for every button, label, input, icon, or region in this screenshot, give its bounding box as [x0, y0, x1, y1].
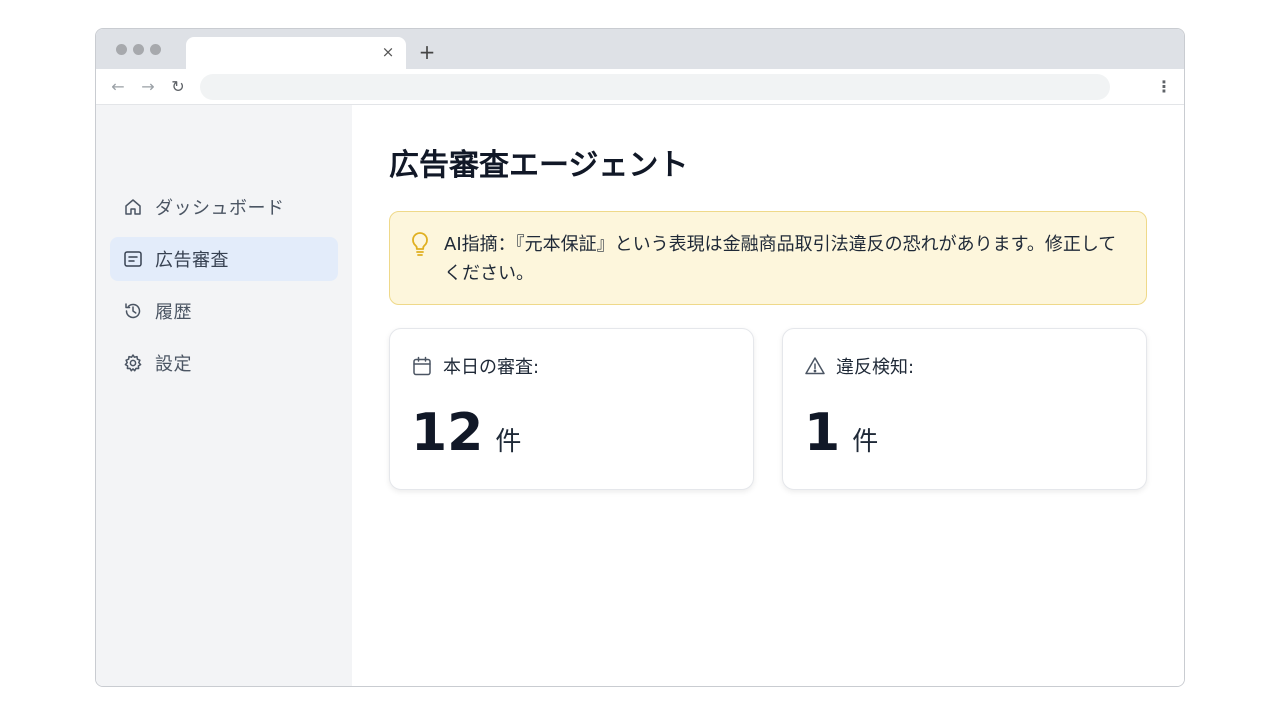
- sidebar-item-label: 設定: [155, 354, 192, 375]
- main-content: 広告審査エージェント AI指摘：『元本保証』という表現は金融商品取引法違反の恐れ…: [352, 105, 1184, 686]
- page-title: 広告審査エージェント: [389, 148, 689, 183]
- alert-message: AI指摘：『元本保証』という表現は金融商品取引法違反の恐れがあります。修正してく…: [444, 234, 1117, 284]
- warning-icon: [804, 355, 826, 377]
- browser-tab[interactable]: ×: [186, 37, 406, 69]
- maximize-window-dot[interactable]: [150, 44, 161, 55]
- stat-card-label: 本日の審査:: [443, 357, 540, 378]
- browser-window: × + ← → ↻ ⋮ ダッシュボード 広告審査 履歴 設定 広告審査エージェン…: [95, 28, 1185, 687]
- reload-icon[interactable]: ↻: [168, 77, 188, 97]
- page-viewport: ダッシュボード 広告審査 履歴 設定 広告審査エージェント AI指摘：『元本保証…: [96, 105, 1184, 686]
- ai-alert-banner: AI指摘：『元本保証』という表現は金融商品取引法違反の恐れがあります。修正してく…: [389, 211, 1147, 305]
- calendar-icon: [411, 355, 433, 377]
- browser-menu-icon[interactable]: ⋮: [1156, 77, 1172, 97]
- stat-card-reviews-today: 本日の審査: 12 件: [389, 328, 754, 490]
- stat-card-unit: 件: [495, 427, 522, 457]
- document-list-icon: [123, 249, 143, 269]
- forward-arrow-icon[interactable]: →: [138, 77, 158, 97]
- lightbulb-icon: [408, 231, 432, 257]
- sidebar-item-label: ダッシュボード: [155, 198, 285, 219]
- close-window-dot[interactable]: [116, 44, 127, 55]
- home-icon: [123, 197, 143, 217]
- gear-icon: [123, 353, 143, 373]
- stat-card-unit: 件: [852, 427, 879, 457]
- minimize-window-dot[interactable]: [133, 44, 144, 55]
- stat-card-violations: 違反検知: 1 件: [782, 328, 1147, 490]
- sidebar-item-settings[interactable]: 設定: [110, 341, 338, 385]
- stat-card-value: 12: [411, 403, 484, 463]
- tab-bar: × +: [96, 29, 1184, 69]
- sidebar-item-dashboard[interactable]: ダッシュボード: [110, 185, 338, 229]
- sidebar-item-history[interactable]: 履歴: [110, 289, 338, 333]
- back-arrow-icon[interactable]: ←: [108, 77, 128, 97]
- browser-toolbar: ← → ↻ ⋮: [96, 69, 1184, 105]
- sidebar-item-ad-review[interactable]: 広告審査: [110, 237, 338, 281]
- stat-card-value: 1: [804, 403, 841, 463]
- sidebar-item-label: 履歴: [155, 302, 192, 323]
- window-controls: [116, 44, 161, 55]
- tab-close-icon[interactable]: ×: [380, 44, 396, 60]
- history-icon: [123, 301, 143, 321]
- stat-card-label: 違反検知:: [836, 357, 915, 378]
- sidebar-item-label: 広告審査: [155, 250, 229, 271]
- address-bar[interactable]: [200, 74, 1110, 100]
- new-tab-button[interactable]: +: [416, 42, 438, 64]
- sidebar: ダッシュボード 広告審査 履歴 設定: [96, 105, 352, 686]
